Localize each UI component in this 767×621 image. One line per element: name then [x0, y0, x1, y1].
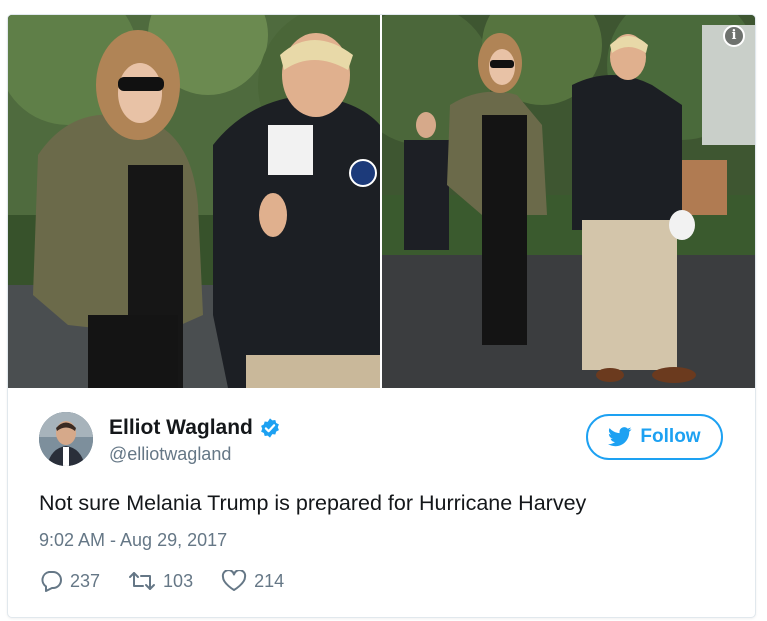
twitter-bird-icon	[608, 427, 632, 447]
tweet-timestamp[interactable]: 9:02 AM - Aug 29, 2017	[39, 530, 227, 551]
like-count: 214	[254, 570, 285, 591]
photo-left[interactable]	[8, 15, 380, 388]
photo-right[interactable]: i	[382, 15, 755, 388]
follow-button[interactable]: Follow	[586, 414, 723, 460]
tweet-card: i Elliot Wagland @elliotwagland Follow N…	[7, 14, 756, 618]
follow-label: Follow	[640, 426, 701, 447]
like-action[interactable]: 214	[221, 570, 284, 592]
heart-icon	[221, 570, 247, 591]
author-handle[interactable]: @elliotwagland	[109, 444, 231, 465]
reply-count: 237	[70, 570, 101, 591]
retweet-icon	[129, 572, 156, 590]
reply-action[interactable]: 237	[39, 570, 100, 592]
avatar[interactable]	[39, 412, 93, 466]
retweet-count: 103	[163, 570, 194, 591]
info-icon[interactable]: i	[723, 25, 745, 47]
tweet-actions: 237 103 214	[39, 570, 312, 592]
author-row: Elliot Wagland	[109, 416, 281, 440]
tweet-text: Not sure Melania Trump is prepared for H…	[39, 491, 587, 515]
retweet-action[interactable]: 103	[128, 570, 193, 592]
tweet-media[interactable]: i	[8, 15, 755, 388]
tweet-body: Elliot Wagland @elliotwagland Follow Not…	[8, 388, 755, 617]
author-name[interactable]: Elliot Wagland	[109, 416, 253, 440]
reply-icon	[41, 571, 62, 592]
verified-badge-icon	[260, 418, 279, 438]
